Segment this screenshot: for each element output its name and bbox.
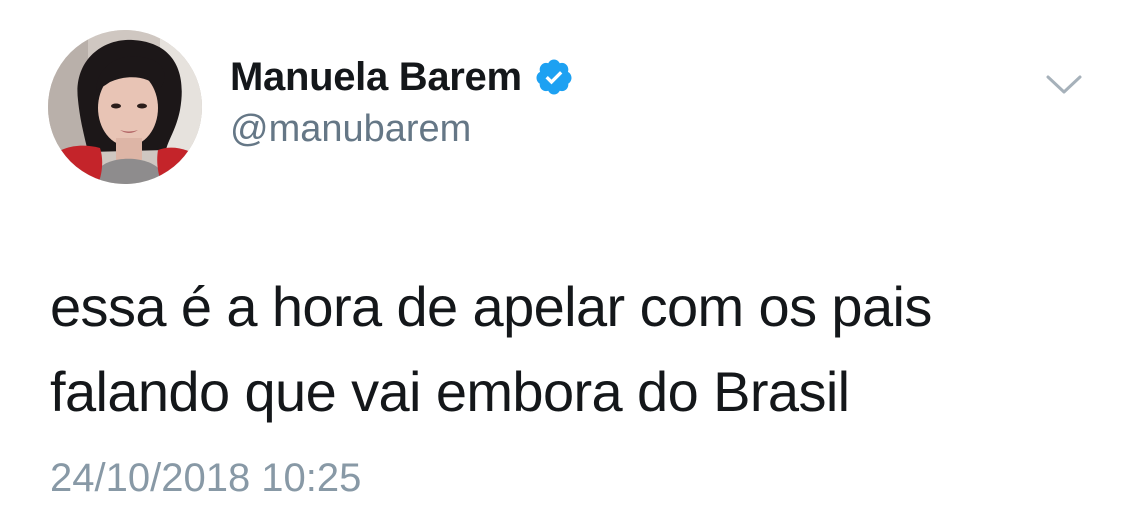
user-handle[interactable]: @manubarem [230, 108, 471, 151]
avatar-photo [48, 30, 202, 184]
tweet-text-line: falando que vai embora do Brasil [50, 360, 850, 423]
tweet-card: Manuela Barem @manubarem essa é a hora d… [0, 0, 1125, 529]
name-row: Manuela Barem [230, 52, 574, 102]
verified-badge-icon [534, 57, 574, 97]
tweet-text-line: essa é a hora de apelar com os pais [50, 275, 932, 338]
chevron-down-icon[interactable] [1044, 72, 1084, 98]
avatar[interactable] [48, 30, 202, 184]
tweet-text: essa é a hora de apelar com os pais fala… [50, 264, 1070, 434]
tweet-timestamp[interactable]: 24/10/2018 10:25 [50, 456, 361, 501]
display-name[interactable]: Manuela Barem [230, 55, 522, 100]
